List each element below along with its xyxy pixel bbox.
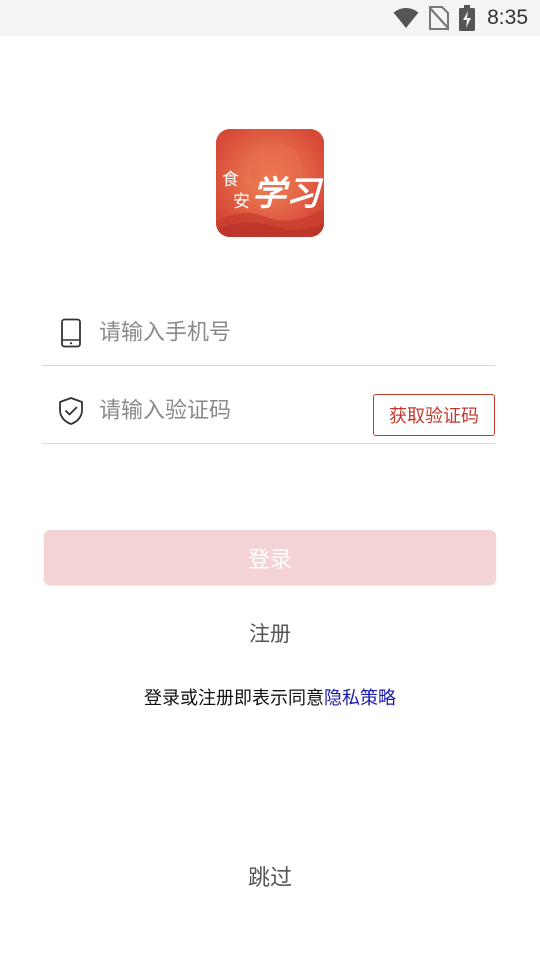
shield-check-icon	[56, 396, 86, 426]
logo-text-top: 食	[222, 170, 239, 190]
logo-text-large: 学习	[252, 174, 324, 214]
status-time: 8:35	[487, 6, 528, 29]
agreement-text: 登录或注册即表示同意隐私策略	[0, 684, 540, 710]
privacy-policy-link[interactable]: 隐私策略	[324, 688, 396, 709]
battery-charging-icon	[459, 5, 476, 31]
status-icons: 8:35	[393, 4, 528, 32]
logo-text-bottom: 安	[233, 192, 250, 212]
phone-input[interactable]	[99, 320, 359, 345]
code-input[interactable]	[99, 398, 359, 423]
skip-button[interactable]: 跳过	[0, 860, 540, 892]
phone-field-row	[42, 300, 495, 366]
login-button[interactable]: 登录	[44, 530, 496, 585]
get-code-button[interactable]: 获取验证码	[373, 394, 495, 436]
phone-icon	[56, 318, 86, 348]
app-logo: 食 安 学习	[216, 129, 324, 237]
agreement-prefix: 登录或注册即表示同意	[144, 688, 324, 709]
wifi-icon	[393, 7, 419, 29]
code-field-row: 获取验证码	[42, 378, 495, 444]
status-bar: 8:35	[0, 0, 540, 36]
register-link[interactable]: 注册	[0, 618, 540, 648]
no-sim-icon	[429, 6, 450, 30]
